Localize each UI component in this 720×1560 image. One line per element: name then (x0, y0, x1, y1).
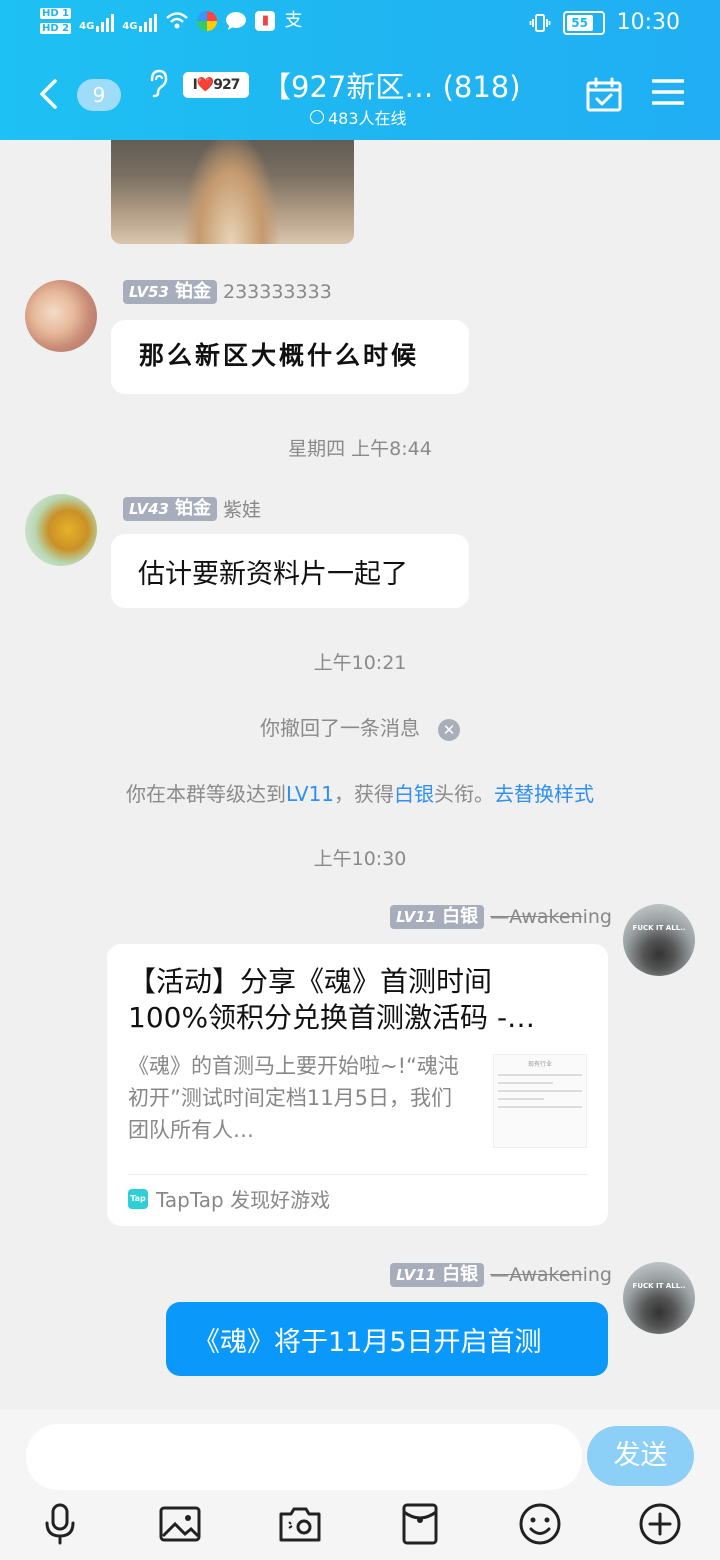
message-bubble[interactable]: 估计要新资料片一起了 (111, 534, 469, 608)
ear-icon[interactable] (146, 68, 170, 98)
my-avatar[interactable]: FUCK IT ALL.. (623, 904, 695, 976)
wifi-icon (166, 12, 189, 29)
app-icon-colorful (197, 11, 218, 31)
share-card[interactable]: 【活动】分享《魂》首测时间 100%领积分兑换首测激活码 -… 《魂》的首测马上… (107, 944, 608, 1226)
clock: 10:30 (616, 10, 680, 35)
check-circle-icon (310, 110, 324, 124)
timestamp: 上午10:30 (313, 848, 407, 870)
sender-name[interactable]: —Awakening (490, 906, 612, 928)
send-button[interactable]: 发送 (587, 1426, 694, 1486)
card-description: 《魂》的首测马上要开始啦~!“魂沌初开”测试时间定档11月5日，我们团队所有人… (128, 1054, 459, 1142)
message-bubble[interactable]: 那么新区大概什么时候 (111, 320, 469, 394)
online-count[interactable]: 483人在线 (310, 105, 407, 129)
book-icon: ▮ (255, 11, 276, 31)
unread-badge[interactable]: 9 (77, 79, 121, 111)
microphone-icon[interactable] (38, 1502, 82, 1546)
timestamp: 上午10:21 (313, 652, 407, 674)
level-up-notice: 你在本群等级达到LV11，获得白银头衔。去替换样式 (125, 782, 595, 806)
level-badge: LV53 铂金 (123, 280, 217, 304)
card-thumbnail: 现有行业 (493, 1054, 587, 1148)
back-icon[interactable] (36, 78, 60, 110)
level-badge: LV11 白银 (390, 1263, 485, 1287)
plus-icon[interactable] (638, 1502, 682, 1546)
card-title: 【活动】分享《魂》首测时间 100%领积分兑换首测激活码 -… (128, 965, 536, 1034)
camera-icon[interactable] (278, 1502, 322, 1546)
message-input[interactable] (26, 1424, 582, 1490)
vibrate-icon (529, 13, 550, 32)
image-icon[interactable] (158, 1502, 202, 1546)
sender-info: LV11 白银 —Awakening (390, 905, 612, 929)
sender-info: LV53 铂金 233333333 (123, 280, 332, 304)
avatar[interactable] (25, 494, 97, 566)
sender-name[interactable]: 紫娃 (223, 495, 261, 522)
input-area: 发送 (0, 1410, 720, 1560)
input-toolbar (0, 1498, 720, 1548)
sender-name[interactable]: 233333333 (223, 281, 332, 303)
status-bar: HD 1 HD 2 4G 4G ▮ 支 55 10:30 (0, 0, 720, 50)
red-packet-icon[interactable] (398, 1502, 442, 1546)
message-icon (226, 12, 247, 30)
card-source: Tap TapTap 发现好游戏 (128, 1184, 330, 1213)
my-avatar[interactable]: FUCK IT ALL.. (623, 1262, 695, 1334)
signal-icon: 4G (122, 10, 158, 32)
alipay-icon: 支 (284, 10, 303, 31)
chat-area[interactable]: LV53 铂金 233333333 那么新区大概什么时候 星期四 上午8:44 L… (0, 140, 720, 1410)
menu-icon[interactable] (652, 78, 684, 106)
chat-title[interactable]: 【927新区… (818) (262, 64, 521, 106)
signal-icon: 4G (79, 10, 115, 32)
hd-indicator: HD 1 HD 2 (40, 8, 72, 34)
calendar-check-icon[interactable] (586, 77, 622, 113)
recall-notice: 你撤回了一条消息 ✕ (0, 712, 720, 741)
level-badge: LV43 铂金 (123, 496, 217, 521)
avatar[interactable] (25, 280, 97, 352)
battery-icon: 55 (562, 10, 605, 35)
emoji-icon[interactable] (518, 1502, 562, 1546)
sender-info: LV11 白银 —Awakening (390, 1263, 612, 1287)
shared-image-cat[interactable] (111, 140, 354, 244)
my-message-bubble[interactable]: 《魂》将于11月5日开启首测 (166, 1302, 608, 1376)
replace-style-link[interactable]: 去替换样式 (494, 782, 594, 806)
group-tag-badge: I❤️927 (183, 72, 249, 98)
close-icon[interactable]: ✕ (438, 718, 460, 741)
sender-info: LV43 铂金 紫娃 (123, 495, 261, 522)
timestamp: 星期四 上午8:44 (288, 438, 432, 460)
level-badge: LV11 白银 (390, 905, 485, 929)
chat-header: 9 I❤️927 【927新区… (818) 483人在线 (0, 50, 720, 140)
top-bar: HD 1 HD 2 4G 4G ▮ 支 55 10:30 9 I❤️927 【9… (0, 0, 720, 140)
taptap-icon: Tap (128, 1188, 148, 1209)
sender-name[interactable]: —Awakening (490, 1264, 612, 1286)
divider (128, 1174, 588, 1175)
